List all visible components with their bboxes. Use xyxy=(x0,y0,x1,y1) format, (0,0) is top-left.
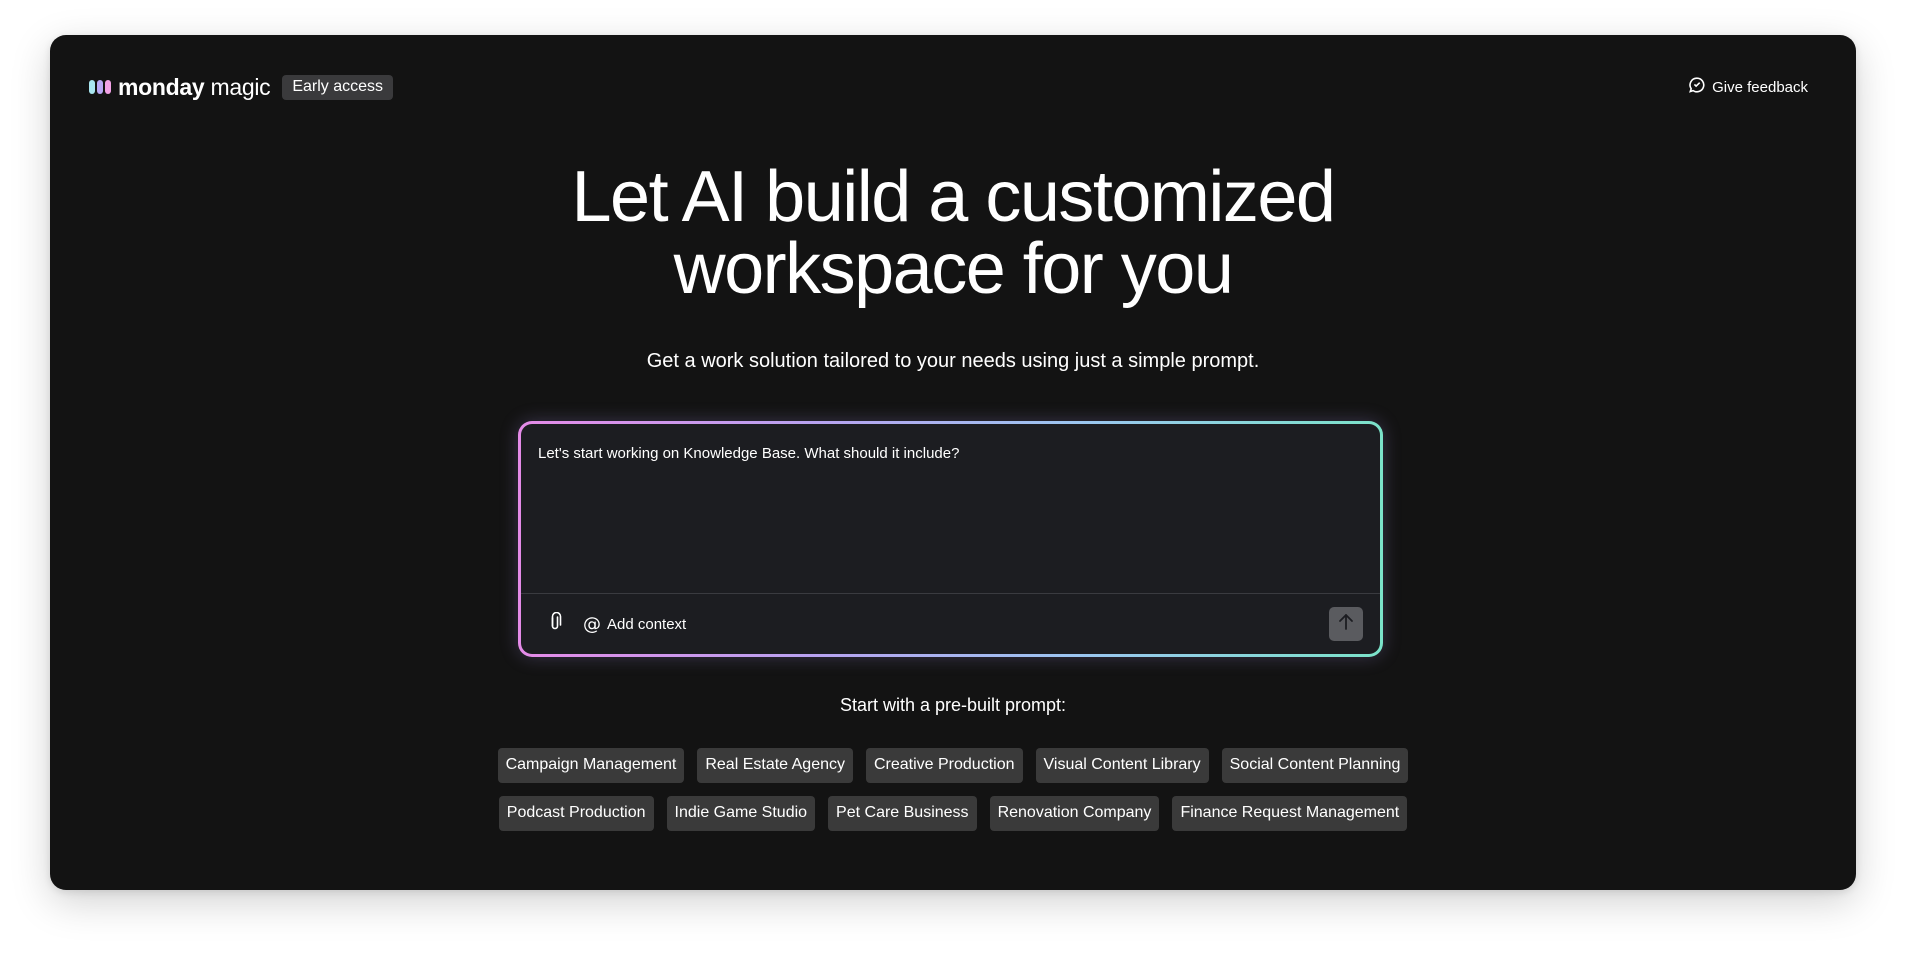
prebuilt-chip[interactable]: Podcast Production xyxy=(498,796,654,831)
paperclip-icon xyxy=(548,611,562,637)
prebuilt-chip[interactable]: Creative Production xyxy=(865,748,1023,783)
app-window: monday magic Early access Give feedback … xyxy=(50,35,1856,890)
prebuilt-prompt-label: Start with a pre-built prompt: xyxy=(839,695,1067,715)
top-bar: monday magic Early access Give feedback xyxy=(88,72,1808,102)
prompt-box: Let's start working on Knowledge Base. W… xyxy=(518,421,1383,657)
give-feedback-label: Give feedback xyxy=(1712,78,1808,96)
prebuilt-chip[interactable]: Real Estate Agency xyxy=(697,748,853,783)
brand-name-light: magic xyxy=(204,73,271,100)
give-feedback-button[interactable]: Give feedback xyxy=(1688,76,1808,98)
send-button[interactable] xyxy=(1329,607,1363,641)
prebuilt-chip[interactable]: Indie Game Studio xyxy=(666,796,816,831)
hero-title-line-2: workspace for you xyxy=(673,229,1234,309)
prebuilt-chip[interactable]: Pet Care Business xyxy=(828,796,977,831)
prebuilt-chip[interactable]: Social Content Planning xyxy=(1221,748,1409,783)
prompt-input[interactable]: Let's start working on Knowledge Base. W… xyxy=(538,445,1360,462)
hero-title: Let AI build a customized workspace for … xyxy=(50,161,1856,305)
add-context-button[interactable]: @ Add context xyxy=(583,614,686,635)
prebuilt-chip[interactable]: Visual Content Library xyxy=(1035,748,1209,783)
brand[interactable]: monday magic Early access xyxy=(88,73,394,101)
early-access-badge: Early access xyxy=(282,74,394,100)
prebuilt-chip-row-2: Podcast Production Indie Game Studio Pet… xyxy=(50,796,1856,831)
prebuilt-chip[interactable]: Finance Request Management xyxy=(1172,796,1408,831)
at-sign-icon: @ xyxy=(583,613,601,635)
prebuilt-chip-row-1: Campaign Management Real Estate Agency C… xyxy=(50,748,1856,783)
prompt-footer: @ Add context xyxy=(521,593,1380,654)
brand-name-bold: monday xyxy=(118,73,205,100)
arrow-up-icon xyxy=(1338,613,1354,636)
hero-subtitle: Get a work solution tailored to your nee… xyxy=(646,350,1260,372)
prompt-inner: Let's start working on Knowledge Base. W… xyxy=(521,424,1380,654)
prebuilt-chip[interactable]: Campaign Management xyxy=(497,748,685,783)
chat-bubble-icon xyxy=(1688,76,1712,98)
hero-title-line-1: Let AI build a customized xyxy=(571,157,1336,237)
attach-button[interactable] xyxy=(543,611,567,637)
add-context-label: Add context xyxy=(607,615,687,633)
brand-name: monday magic xyxy=(118,73,271,101)
prebuilt-chip[interactable]: Renovation Company xyxy=(989,796,1160,831)
monday-logo-icon xyxy=(88,78,112,96)
